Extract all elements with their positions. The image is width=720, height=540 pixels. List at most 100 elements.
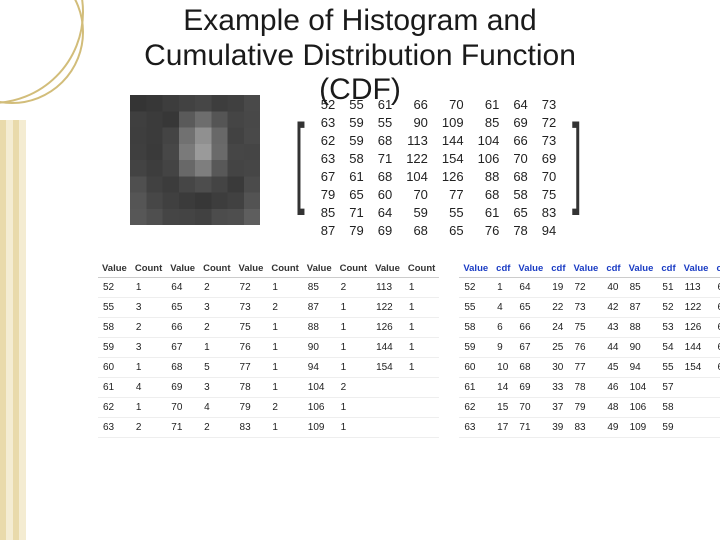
matrix-cell: 65: [435, 221, 471, 239]
matrix-cell: 63: [314, 113, 342, 131]
table-row: 58666247543885312662: [459, 318, 720, 338]
col-header: Value: [235, 260, 268, 278]
matrix-cell: 90: [399, 113, 435, 131]
matrix-cell: 76: [471, 221, 507, 239]
matrix-cell: 52: [314, 95, 342, 113]
col-header: Count: [404, 260, 439, 278]
table-row: 6016857719411541: [98, 358, 439, 378]
col-header: Value: [514, 260, 547, 278]
matrix-cell: 72: [535, 113, 563, 131]
col-header: Value: [459, 260, 492, 278]
col-header: Value: [680, 260, 713, 278]
matrix-cell: 59: [399, 203, 435, 221]
col-header: Value: [371, 260, 404, 278]
matrix-cell: 83: [535, 203, 563, 221]
matrix-cell: 66: [399, 95, 435, 113]
slide-title: Example of Histogram and Cumulative Dist…: [0, 0, 720, 108]
matrix-cell: 106: [471, 149, 507, 167]
matrix-cell: 73: [535, 95, 563, 113]
table-row: 601068307745945515464: [459, 358, 720, 378]
matrix-cell: 78: [506, 221, 534, 239]
col-header: Count: [336, 260, 371, 278]
matrix-cell: 68: [371, 167, 399, 185]
col-header: Count: [199, 260, 234, 278]
matrix-cell: 59: [342, 131, 370, 149]
matrix-cell: 67: [314, 167, 342, 185]
matrix-cell: 104: [399, 167, 435, 185]
matrix-cell: 69: [535, 149, 563, 167]
matrix-cell: 70: [506, 149, 534, 167]
table-row: 6327128311091: [98, 418, 439, 438]
matrix-cell: 70: [435, 95, 471, 113]
pixel-matrix: [ 52556166706164736359559010985697262596…: [286, 95, 591, 239]
matrix-cell: 68: [506, 167, 534, 185]
table-row: 55465227342875212261: [459, 298, 720, 318]
histogram-table: ValueCountValueCountValueCountValueCount…: [98, 260, 439, 438]
matrix-cell: 65: [342, 185, 370, 203]
pixel-grid-image: [130, 95, 260, 225]
cdf-table: ValuecdfValuecdfValuecdfValuecdfValuecdf…: [459, 260, 720, 438]
matrix-cell: 61: [342, 167, 370, 185]
title-line2: Cumulative Distribution Function: [144, 39, 576, 72]
matrix-cell: 71: [371, 149, 399, 167]
table-row: 5936717619011441: [98, 338, 439, 358]
matrix-cell: 68: [399, 221, 435, 239]
matrix-cell: 104: [471, 131, 507, 149]
matrix-cell: 70: [535, 167, 563, 185]
col-header: Count: [267, 260, 302, 278]
col-header: Value: [166, 260, 199, 278]
col-header: cdf: [602, 260, 624, 278]
col-header: Value: [98, 260, 131, 278]
matrix-cell: 66: [506, 131, 534, 149]
matrix-cell: 71: [342, 203, 370, 221]
matrix-cell: 144: [435, 131, 471, 149]
matrix-cell: 73: [535, 131, 563, 149]
col-header: cdf: [712, 260, 720, 278]
matrix-cell: 122: [399, 149, 435, 167]
table-row: 63177139834910959: [459, 418, 720, 438]
matrix-cell: 126: [435, 167, 471, 185]
matrix-cell: 85: [314, 203, 342, 221]
col-header: Count: [131, 260, 166, 278]
matrix-cell: 64: [506, 95, 534, 113]
matrix-cell: 75: [535, 185, 563, 203]
title-line1: Example of Histogram and: [183, 4, 537, 37]
matrix-cell: 69: [506, 113, 534, 131]
col-header: cdf: [657, 260, 679, 278]
matrix-cell: 55: [371, 113, 399, 131]
matrix-cell: 68: [471, 185, 507, 203]
matrix-cell: 63: [314, 149, 342, 167]
matrix-cell: 62: [314, 131, 342, 149]
col-header: cdf: [492, 260, 514, 278]
table-row: 59967257644905414463: [459, 338, 720, 358]
matrix-cell: 85: [471, 113, 507, 131]
table-row: 6217047921061: [98, 398, 439, 418]
matrix-cell: 87: [314, 221, 342, 239]
matrix-cell: 60: [371, 185, 399, 203]
matrix-cell: 55: [342, 95, 370, 113]
matrix-cell: 70: [399, 185, 435, 203]
table-row: 5826627518811261: [98, 318, 439, 338]
matrix-cell: 65: [506, 203, 534, 221]
matrix-cell: 79: [314, 185, 342, 203]
matrix-cell: 59: [342, 113, 370, 131]
matrix-cell: 61: [471, 203, 507, 221]
matrix-cell: 69: [371, 221, 399, 239]
matrix-cell: 61: [471, 95, 507, 113]
matrix-cell: 58: [342, 149, 370, 167]
table-row: 5536537328711221: [98, 298, 439, 318]
matrix-cell: 79: [342, 221, 370, 239]
matrix-cell: 61: [371, 95, 399, 113]
col-header: Value: [625, 260, 658, 278]
matrix-cell: 77: [435, 185, 471, 203]
matrix-cell: 113: [399, 131, 435, 149]
table-row: 61146933784610457: [459, 378, 720, 398]
col-header: Value: [303, 260, 336, 278]
matrix-cell: 64: [371, 203, 399, 221]
matrix-cell: 55: [435, 203, 471, 221]
matrix-cell: 94: [535, 221, 563, 239]
col-header: Value: [569, 260, 602, 278]
matrix-cell: 154: [435, 149, 471, 167]
table-row: 62157037794810658: [459, 398, 720, 418]
matrix-cell: 58: [506, 185, 534, 203]
